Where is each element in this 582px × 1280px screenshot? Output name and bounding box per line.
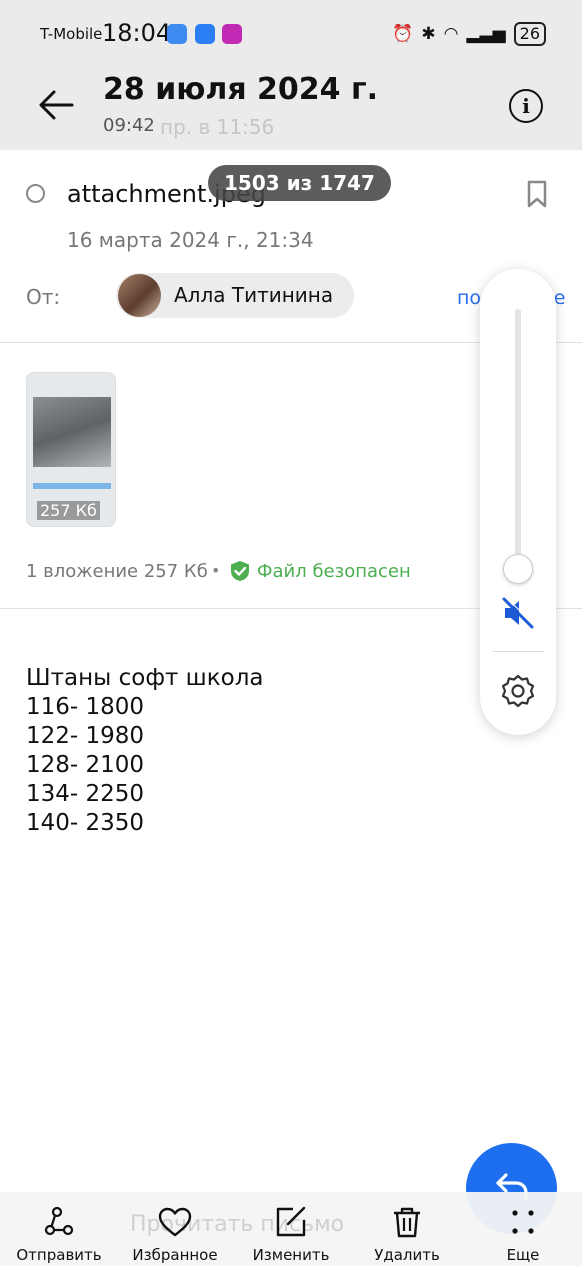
edit-icon [276,1206,306,1237]
sender-chip[interactable]: Алла Титинина [116,273,354,318]
cloud-app-icon [167,24,187,44]
info-icon: i [522,94,530,118]
separator-dot: • [211,561,221,580]
status-icons: ⏰ ✱ ◠ ▂▃▅ 26 [392,22,546,46]
bluetooth-icon: ✱ [421,24,436,44]
bookmark-button[interactable] [527,180,547,208]
status-bar: T-Mobile 18:04 ⏰ ✱ ◠ ▂▃▅ 26 [0,16,582,52]
gear-icon[interactable] [500,673,536,709]
body-line: 122- 1980 [26,723,145,749]
send-button[interactable]: Отправить [4,1206,114,1264]
gesture-bar-area [0,1266,582,1280]
delete-label: Удалить [374,1246,440,1264]
background-text: пр. в 11:56 [160,115,275,139]
delete-button[interactable]: Удалить [352,1206,462,1264]
attachment-size: 257 Кб [37,501,100,520]
more-button[interactable]: Еще [468,1206,578,1264]
send-label: Отправить [16,1246,102,1264]
divider [492,651,544,652]
avatar [118,274,161,317]
header-time: 09:42 [103,115,155,136]
carrier-name: T-Mobile [40,25,103,43]
volume-slider-handle[interactable] [503,554,533,584]
more-label: Еще [506,1246,540,1264]
sender-name: Алла Титинина [174,283,334,307]
heart-icon [158,1207,192,1237]
volume-panel [480,269,556,735]
alarm-icon: ⏰ [392,24,414,44]
edit-label: Изменить [252,1246,330,1264]
ozon-app-icon [222,24,242,44]
image-counter-badge: 1503 из 1747 [208,165,391,201]
attachment-summary: 1 вложение 257 Кб [26,561,208,582]
favorite-button[interactable]: Избранное [120,1206,230,1264]
body-line: 134- 2250 [26,781,145,807]
page-title: 28 июля 2024 г. [103,72,379,107]
trash-icon [394,1207,420,1238]
signal-icon: ▂▃▅ [466,24,506,44]
attachment-preview-image [33,397,111,467]
volume-slider-track[interactable] [515,309,521,567]
body-line: 116- 1800 [26,694,145,720]
wifi-icon: ◠ [443,24,459,44]
attachment-thumbnail[interactable]: 257 Кб [26,372,116,527]
back-button[interactable] [36,85,76,125]
info-button[interactable]: i [509,89,543,123]
body-line: Штаны софт школа [26,665,264,691]
email-body: Штаны софт школа 116- 1800 122- 1980 128… [26,664,264,838]
body-line: 140- 2350 [26,810,145,836]
file-safe-status: Файл безопасен [257,561,411,582]
attachment-preview-bar [33,483,111,489]
arrow-left-icon [39,90,74,120]
edit-button[interactable]: Изменить [236,1206,346,1264]
battery-indicator: 26 [513,22,546,46]
more-dots-icon [512,1210,534,1234]
shield-check-icon [231,561,249,581]
top-bar: T-Mobile 18:04 ⏰ ✱ ◠ ▂▃▅ 26 пр. в 11:56 … [0,0,582,150]
select-radio[interactable] [26,184,45,203]
email-date: 16 марта 2024 г., 21:34 [67,228,314,252]
status-clock: 18:04 [102,19,172,47]
favorite-label: Избранное [132,1246,218,1264]
bottom-toolbar: Прочитать письмо Отправить Избранное Изм… [0,1192,582,1280]
speaker-muted-icon[interactable] [500,595,536,631]
mail-app-icon [195,24,215,44]
body-line: 128- 2100 [26,752,145,778]
from-label: От: [26,285,61,309]
bookmark-icon [527,180,547,208]
share-icon [44,1206,74,1236]
